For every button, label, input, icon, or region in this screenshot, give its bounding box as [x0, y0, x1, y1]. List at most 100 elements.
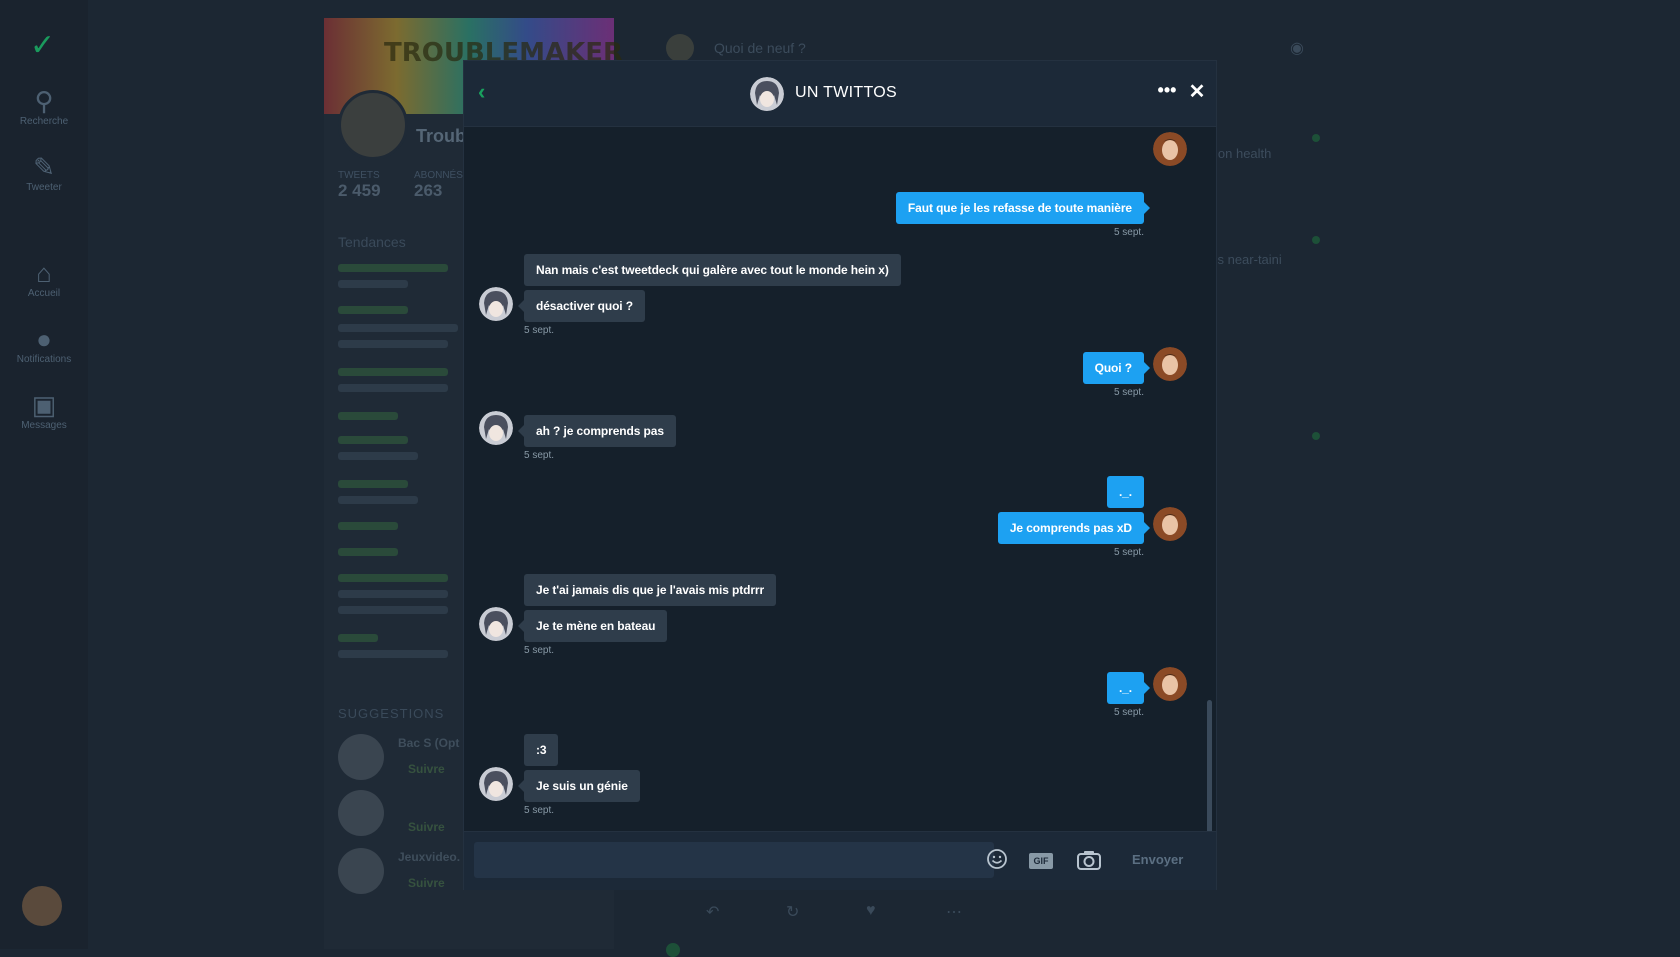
like-icon[interactable]: ♥ [866, 902, 876, 920]
trend-line [338, 606, 448, 614]
compose-placeholder[interactable]: Quoi de neuf ? [714, 40, 806, 56]
back-button[interactable]: ‹ [478, 81, 500, 103]
trend-line [338, 340, 448, 348]
message-bubble-sent[interactable]: Je comprends pas xD [997, 512, 1151, 544]
message-bubble-received[interactable]: Je t'ai jamais dis que je l'avais mis pt… [524, 574, 777, 606]
suggestion-avatar [338, 790, 384, 836]
conversation-header: ‹ UN TWITTOS ••• ✕ [464, 61, 1216, 127]
feed-indicator [1312, 134, 1320, 142]
nav-label: Notifications [16, 354, 72, 365]
message-composer: GIF Envoyer [464, 831, 1216, 890]
profile-avatar [338, 90, 408, 160]
camera-icon[interactable] [1076, 848, 1102, 872]
contact-avatar [479, 287, 513, 321]
follow-button[interactable]: Suivre [408, 762, 445, 776]
message-bubble-received[interactable]: désactiver quoi ? [518, 290, 645, 322]
feed-snippet: ion health [1215, 146, 1272, 161]
dm-conversation-modal: ‹ UN TWITTOS ••• ✕ Faut que je les refas… [464, 61, 1216, 890]
nav-sidebar: ✓ ⚲ Recherche ✎ Tweeter ⌂ Accueil ● Noti… [0, 0, 88, 949]
trend-line [338, 480, 408, 488]
stat-tweets: TWEETS 2 459 [338, 170, 381, 201]
trend-line [338, 634, 378, 642]
feed-indicator [666, 943, 680, 957]
search-icon: ⚲ [34, 86, 54, 116]
stat-followers: ABONNÉS 263 [414, 170, 463, 201]
close-icon: ✕ [1188, 81, 1206, 103]
suggestion-name: Jeuxvideo. [398, 850, 461, 864]
trend-line [338, 324, 458, 332]
message-bubble-received[interactable]: :3 [524, 734, 559, 766]
message-bubble-received[interactable]: ah ? je comprends pas [518, 415, 676, 447]
message-timestamp: 5 sept. [524, 645, 555, 656]
camera-icon[interactable]: ◉ [1290, 38, 1304, 58]
my-avatar [1153, 507, 1187, 541]
trend-line [338, 368, 448, 376]
trend-line [338, 384, 448, 392]
follow-button[interactable]: Suivre [408, 820, 445, 834]
my-avatar [1153, 667, 1187, 701]
contact-avatar [479, 607, 513, 641]
trend-line [338, 264, 448, 272]
message-timestamp: 5 sept. [524, 450, 555, 461]
nav-compose[interactable]: ✎ Tweeter [0, 152, 88, 193]
stat-value: 263 [414, 181, 443, 200]
nav-messages[interactable]: ▣ Messages [0, 390, 88, 431]
trend-line [338, 452, 418, 460]
trend-line [338, 590, 448, 598]
message-input[interactable] [474, 842, 994, 878]
message-timestamp: 5 sept. [524, 325, 555, 336]
nav-notifications[interactable]: ● Notifications [0, 324, 88, 365]
current-user-avatar[interactable] [22, 886, 62, 926]
suggestion-avatar [338, 848, 384, 894]
nav-label: Tweeter [26, 182, 62, 193]
message-bubble-sent[interactable]: ._. [1106, 476, 1144, 508]
message-list[interactable]: Faut que je les refasse de toute manière… [464, 127, 1216, 889]
conversation-title: UN TWITTOS [795, 84, 897, 101]
reply-icon[interactable]: ↶ [706, 902, 719, 922]
message-timestamp: 5 sept. [1113, 387, 1144, 398]
trend-line [338, 548, 398, 556]
profile-name: Troub [416, 126, 466, 146]
bell-icon: ● [36, 324, 52, 354]
conversation-avatar [750, 77, 784, 111]
stat-label: TWEETS [338, 170, 380, 181]
message-bubble-sent[interactable]: Faut que je les refasse de toute manière [895, 192, 1151, 224]
message-bubble-sent[interactable]: ._. [1106, 672, 1151, 704]
message-timestamp: 5 sept. [1113, 227, 1144, 238]
contact-avatar [479, 411, 513, 445]
compose-avatar [666, 34, 694, 62]
stat-value: 2 459 [338, 181, 381, 200]
suggestions-heading: SUGGESTIONS [338, 706, 445, 721]
home-icon: ⌂ [36, 258, 52, 288]
more-options-button[interactable]: ••• [1156, 81, 1178, 103]
feed-snippet: 's near-taini [1215, 252, 1282, 267]
message-timestamp: 5 sept. [1113, 707, 1144, 718]
contact-avatar [479, 767, 513, 801]
follow-button[interactable]: Suivre [408, 876, 445, 890]
feed-indicator [1312, 432, 1320, 440]
trend-line [338, 522, 398, 530]
trend-line [338, 496, 418, 504]
gif-button[interactable]: GIF [1029, 853, 1053, 869]
chevron-left-icon: ‹ [478, 79, 486, 104]
message-bubble-sent[interactable]: Quoi ? [1082, 352, 1151, 384]
smiley-icon[interactable] [986, 848, 1008, 870]
nav-home[interactable]: ⌂ Accueil [0, 258, 88, 299]
message-bubble-received[interactable]: Nan mais c'est tweetdeck qui galère avec… [524, 254, 901, 286]
trend-line [338, 306, 408, 314]
more-dots-icon: ••• [1157, 80, 1177, 100]
trend-line [338, 436, 408, 444]
message-bubble-received[interactable]: Je suis un génie [518, 770, 640, 802]
close-button[interactable]: ✕ [1186, 81, 1208, 103]
suggestion-avatar [338, 734, 384, 780]
my-avatar [1153, 347, 1187, 381]
retweet-icon[interactable]: ↻ [786, 902, 799, 922]
nav-label: Recherche [19, 116, 69, 127]
inbox-icon: ▣ [31, 390, 57, 420]
nav-search[interactable]: ⚲ Recherche [0, 86, 88, 127]
my-avatar [1153, 132, 1187, 166]
message-bubble-received[interactable]: Je te mène en bateau [517, 610, 668, 642]
send-button[interactable]: Envoyer [1132, 852, 1183, 867]
more-icon[interactable]: ⋯ [946, 902, 962, 922]
trends-heading: Tendances [338, 234, 406, 250]
